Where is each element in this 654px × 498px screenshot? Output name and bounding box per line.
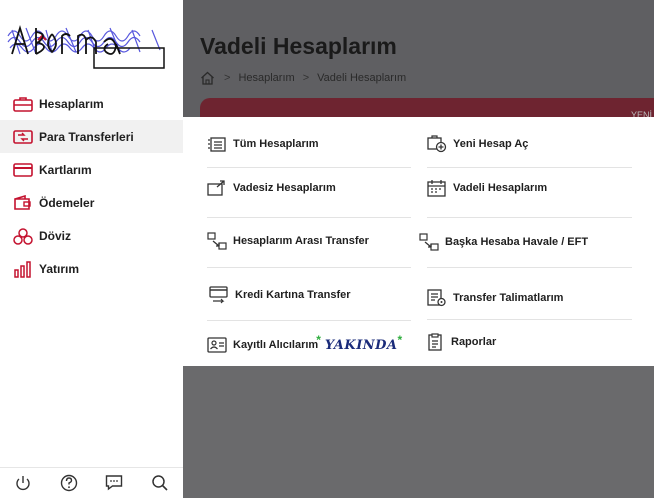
menu-item-hesaplarim-arasi-transfer[interactable]: Hesaplarım Arası Transfer — [207, 232, 369, 250]
logo[interactable] — [6, 18, 170, 70]
menu-item-label: Vadesiz Hesaplarım — [233, 182, 336, 194]
menu-item-vadeli-hesaplarim[interactable]: Vadeli Hesaplarım — [427, 179, 547, 197]
divider — [207, 217, 411, 218]
menu-item-baska-hesaba-havale[interactable]: Başka Hesaba Havale / EFT — [419, 233, 588, 251]
sidebar-item-label: Hesaplarım — [39, 96, 104, 111]
card-transfer-icon — [209, 286, 229, 304]
menu-item-kredi-kartina-transfer[interactable]: Kredi Kartına Transfer — [209, 286, 351, 304]
sidebar-bottom-bar — [0, 467, 183, 498]
breadcrumb-item[interactable]: Hesaplarım — [238, 72, 294, 84]
chevron-right-icon: > — [224, 72, 231, 84]
power-icon[interactable] — [13, 473, 33, 493]
add-account-icon — [427, 135, 447, 153]
breadcrumb: > Hesaplarım > Vadeli Hesaplarım — [200, 70, 406, 86]
help-icon[interactable] — [59, 473, 79, 493]
sidebar-item-yatirim[interactable]: Yatırım — [0, 252, 183, 285]
list-icon — [207, 135, 227, 153]
page-title: Vadeli Hesaplarım — [200, 33, 397, 59]
menu-item-label: Raporlar — [451, 336, 497, 348]
divider — [427, 319, 632, 320]
wallet-out-icon — [207, 179, 227, 197]
chat-icon[interactable] — [104, 473, 124, 493]
sidebar-item-odemeler[interactable]: Ödemeler — [0, 186, 183, 219]
bar-chart-icon — [12, 259, 34, 279]
star-mark: * — [397, 333, 403, 347]
divider — [427, 267, 632, 268]
sidebar: Hesaplarım Para Transferleri Kartlarım Ö… — [0, 0, 183, 498]
menu-item-raporlar[interactable]: Raporlar — [425, 333, 496, 351]
menu-item-transfer-talimatlarim[interactable]: Transfer Talimatlarım — [427, 289, 563, 307]
search-icon[interactable] — [150, 473, 170, 493]
coming-soon-note: YAKINDA — [324, 337, 398, 353]
menu-item-label: Tüm Hesaplarım — [233, 138, 319, 150]
currency-icon — [12, 226, 34, 246]
divider — [427, 217, 632, 218]
sidebar-item-hesaplarim[interactable]: Hesaplarım — [0, 87, 183, 120]
sidebar-item-label: Para Transferleri — [39, 129, 134, 144]
card-icon — [12, 160, 34, 180]
menu-item-label: Kredi Kartına Transfer — [235, 289, 351, 301]
menu-item-label: Yeni Hesap Aç — [453, 138, 529, 150]
sidebar-item-label: Döviz — [39, 228, 72, 243]
menu-item-label: Başka Hesaba Havale / EFT — [445, 236, 589, 248]
menu-item-tum-hesaplarim[interactable]: Tüm Hesaplarım — [207, 135, 319, 153]
menu-item-label: Kayıtlı Alıcılarım — [233, 339, 319, 351]
sidebar-nav: Hesaplarım Para Transferleri Kartlarım Ö… — [0, 87, 183, 285]
menu-item-kayitli-alicilarim[interactable]: Kayıtlı Alıcılarım * YAKINDA * — [207, 333, 403, 354]
sidebar-item-para-transferleri[interactable]: Para Transferleri — [0, 120, 183, 153]
sidebar-item-label: Yatırım — [39, 261, 80, 276]
menu-item-label: Hesaplarım Arası Transfer — [233, 235, 369, 247]
sidebar-item-label: Kartlarım — [39, 162, 92, 177]
menu-item-label: Transfer Talimatlarım — [453, 292, 564, 304]
sidebar-item-label: Ödemeler — [39, 195, 95, 210]
report-icon — [425, 333, 445, 351]
arrows-icon — [207, 232, 227, 250]
arrows-icon — [419, 233, 439, 251]
contacts-icon — [207, 336, 227, 354]
briefcase-icon — [12, 94, 34, 114]
divider — [207, 320, 411, 321]
sidebar-item-doviz[interactable]: Döviz — [0, 219, 183, 252]
divider — [207, 267, 411, 268]
menu-item-label: Vadeli Hesaplarım — [453, 182, 548, 194]
transfer-icon — [12, 127, 34, 147]
menu-item-vadesiz-hesaplarim[interactable]: Vadesiz Hesaplarım — [207, 179, 336, 197]
star-mark: * — [316, 333, 321, 347]
divider — [207, 167, 411, 168]
instructions-icon — [427, 289, 447, 307]
wallet-icon — [12, 193, 34, 213]
breadcrumb-current: Vadeli Hesaplarım — [317, 72, 407, 84]
transfer-menu-panel: Tüm Hesaplarım Vadesiz Hesaplarım Hesapl… — [183, 117, 654, 366]
divider — [427, 167, 632, 168]
sidebar-item-kartlarim[interactable]: Kartlarım — [0, 153, 183, 186]
home-icon[interactable] — [200, 70, 216, 86]
chevron-right-icon: > — [302, 72, 310, 84]
menu-item-yeni-hesap-ac[interactable]: Yeni Hesap Aç — [427, 135, 528, 153]
calendar-icon — [427, 179, 447, 197]
